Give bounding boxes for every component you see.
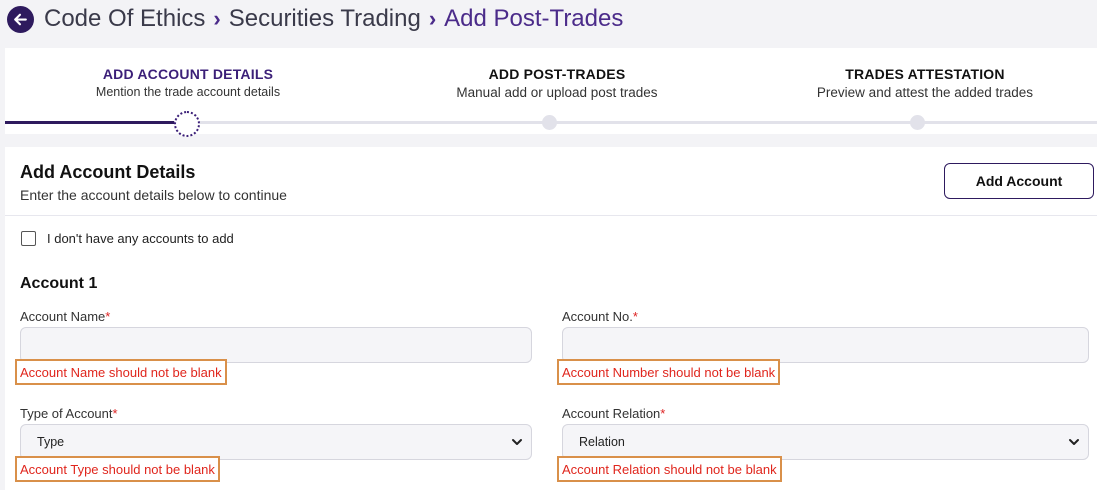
no-accounts-label: I don't have any accounts to add — [47, 231, 234, 246]
breadcrumb-add-post-trades: Add Post-Trades — [444, 5, 624, 32]
account-relation-error: Account Relation should not be blank — [557, 456, 782, 482]
add-account-button[interactable]: Add Account — [944, 163, 1094, 199]
chevron-down-icon — [1069, 439, 1079, 445]
step-subtitle: Manual add or upload post trades — [456, 85, 658, 100]
account-relation-label-text: Account Relation — [562, 406, 661, 421]
account-heading: Account 1 — [20, 275, 98, 292]
step-add-account-details: ADD ACCOUNT DETAILS Mention the trade ac… — [8, 66, 368, 99]
breadcrumb-code-of-ethics[interactable]: Code Of Ethics — [44, 5, 205, 33]
step-title: TRADES ATTESTATION — [845, 66, 1005, 82]
step-node-2 — [542, 115, 557, 130]
account-type-label-text: Type of Account — [20, 406, 113, 421]
account-type-select[interactable]: Type — [20, 424, 532, 460]
account-relation-label: Account Relation* — [562, 406, 665, 421]
card-title: Add Account Details — [20, 162, 196, 182]
no-accounts-option: I don't have any accounts to add — [21, 231, 234, 246]
account-type-label: Type of Account* — [20, 406, 118, 421]
step-node-3 — [910, 115, 925, 130]
account-relation-value: Relation — [579, 435, 625, 449]
account-relation-select[interactable]: Relation — [562, 424, 1089, 460]
page-header: Code Of Ethics › Securities Trading › Ad… — [0, 0, 1097, 38]
required-marker: * — [660, 406, 666, 421]
no-accounts-checkbox[interactable] — [21, 231, 36, 246]
account-no-error: Account Number should not be blank — [557, 359, 781, 385]
account-no-label: Account No.* — [562, 309, 638, 324]
account-no-label-text: Account No. — [562, 309, 633, 324]
account-no-input[interactable] — [562, 327, 1089, 363]
card-subtitle: Enter the account details below to conti… — [20, 187, 287, 203]
account-details-card: Add Account Details Enter the account de… — [5, 147, 1097, 490]
required-marker: * — [632, 309, 638, 324]
step-trades-attestation: TRADES ATTESTATION Preview and attest th… — [745, 66, 1097, 100]
step-title: ADD POST-TRADES — [488, 66, 626, 82]
divider — [5, 215, 1097, 216]
step-node-current — [174, 111, 200, 137]
account-name-label: Account Name* — [20, 309, 110, 324]
step-subtitle: Mention the trade account details — [95, 85, 281, 99]
chevron-right-icon: › — [213, 6, 221, 31]
account-name-error: Account Name should not be blank — [15, 359, 227, 385]
required-marker: * — [112, 406, 118, 421]
account-name-label-text: Account Name — [20, 309, 106, 324]
step-title: ADD ACCOUNT DETAILS — [102, 66, 274, 82]
progress-stepper: ADD ACCOUNT DETAILS Mention the trade ac… — [5, 48, 1097, 137]
chevron-right-icon: › — [428, 6, 437, 31]
stepper-progress — [5, 121, 177, 124]
breadcrumb-securities-trading[interactable]: Securities Trading — [229, 5, 421, 33]
step-subtitle: Preview and attest the added trades — [816, 85, 1034, 100]
chevron-down-icon — [512, 439, 522, 445]
account-type-error: Account Type should not be blank — [15, 456, 220, 482]
account-type-value: Type — [37, 435, 65, 449]
account-name-input[interactable] — [20, 327, 532, 363]
step-add-post-trades: ADD POST-TRADES Manual add or upload pos… — [377, 66, 737, 100]
required-marker: * — [105, 309, 111, 324]
back-button[interactable] — [7, 5, 34, 33]
arrow-left-icon — [14, 13, 27, 25]
